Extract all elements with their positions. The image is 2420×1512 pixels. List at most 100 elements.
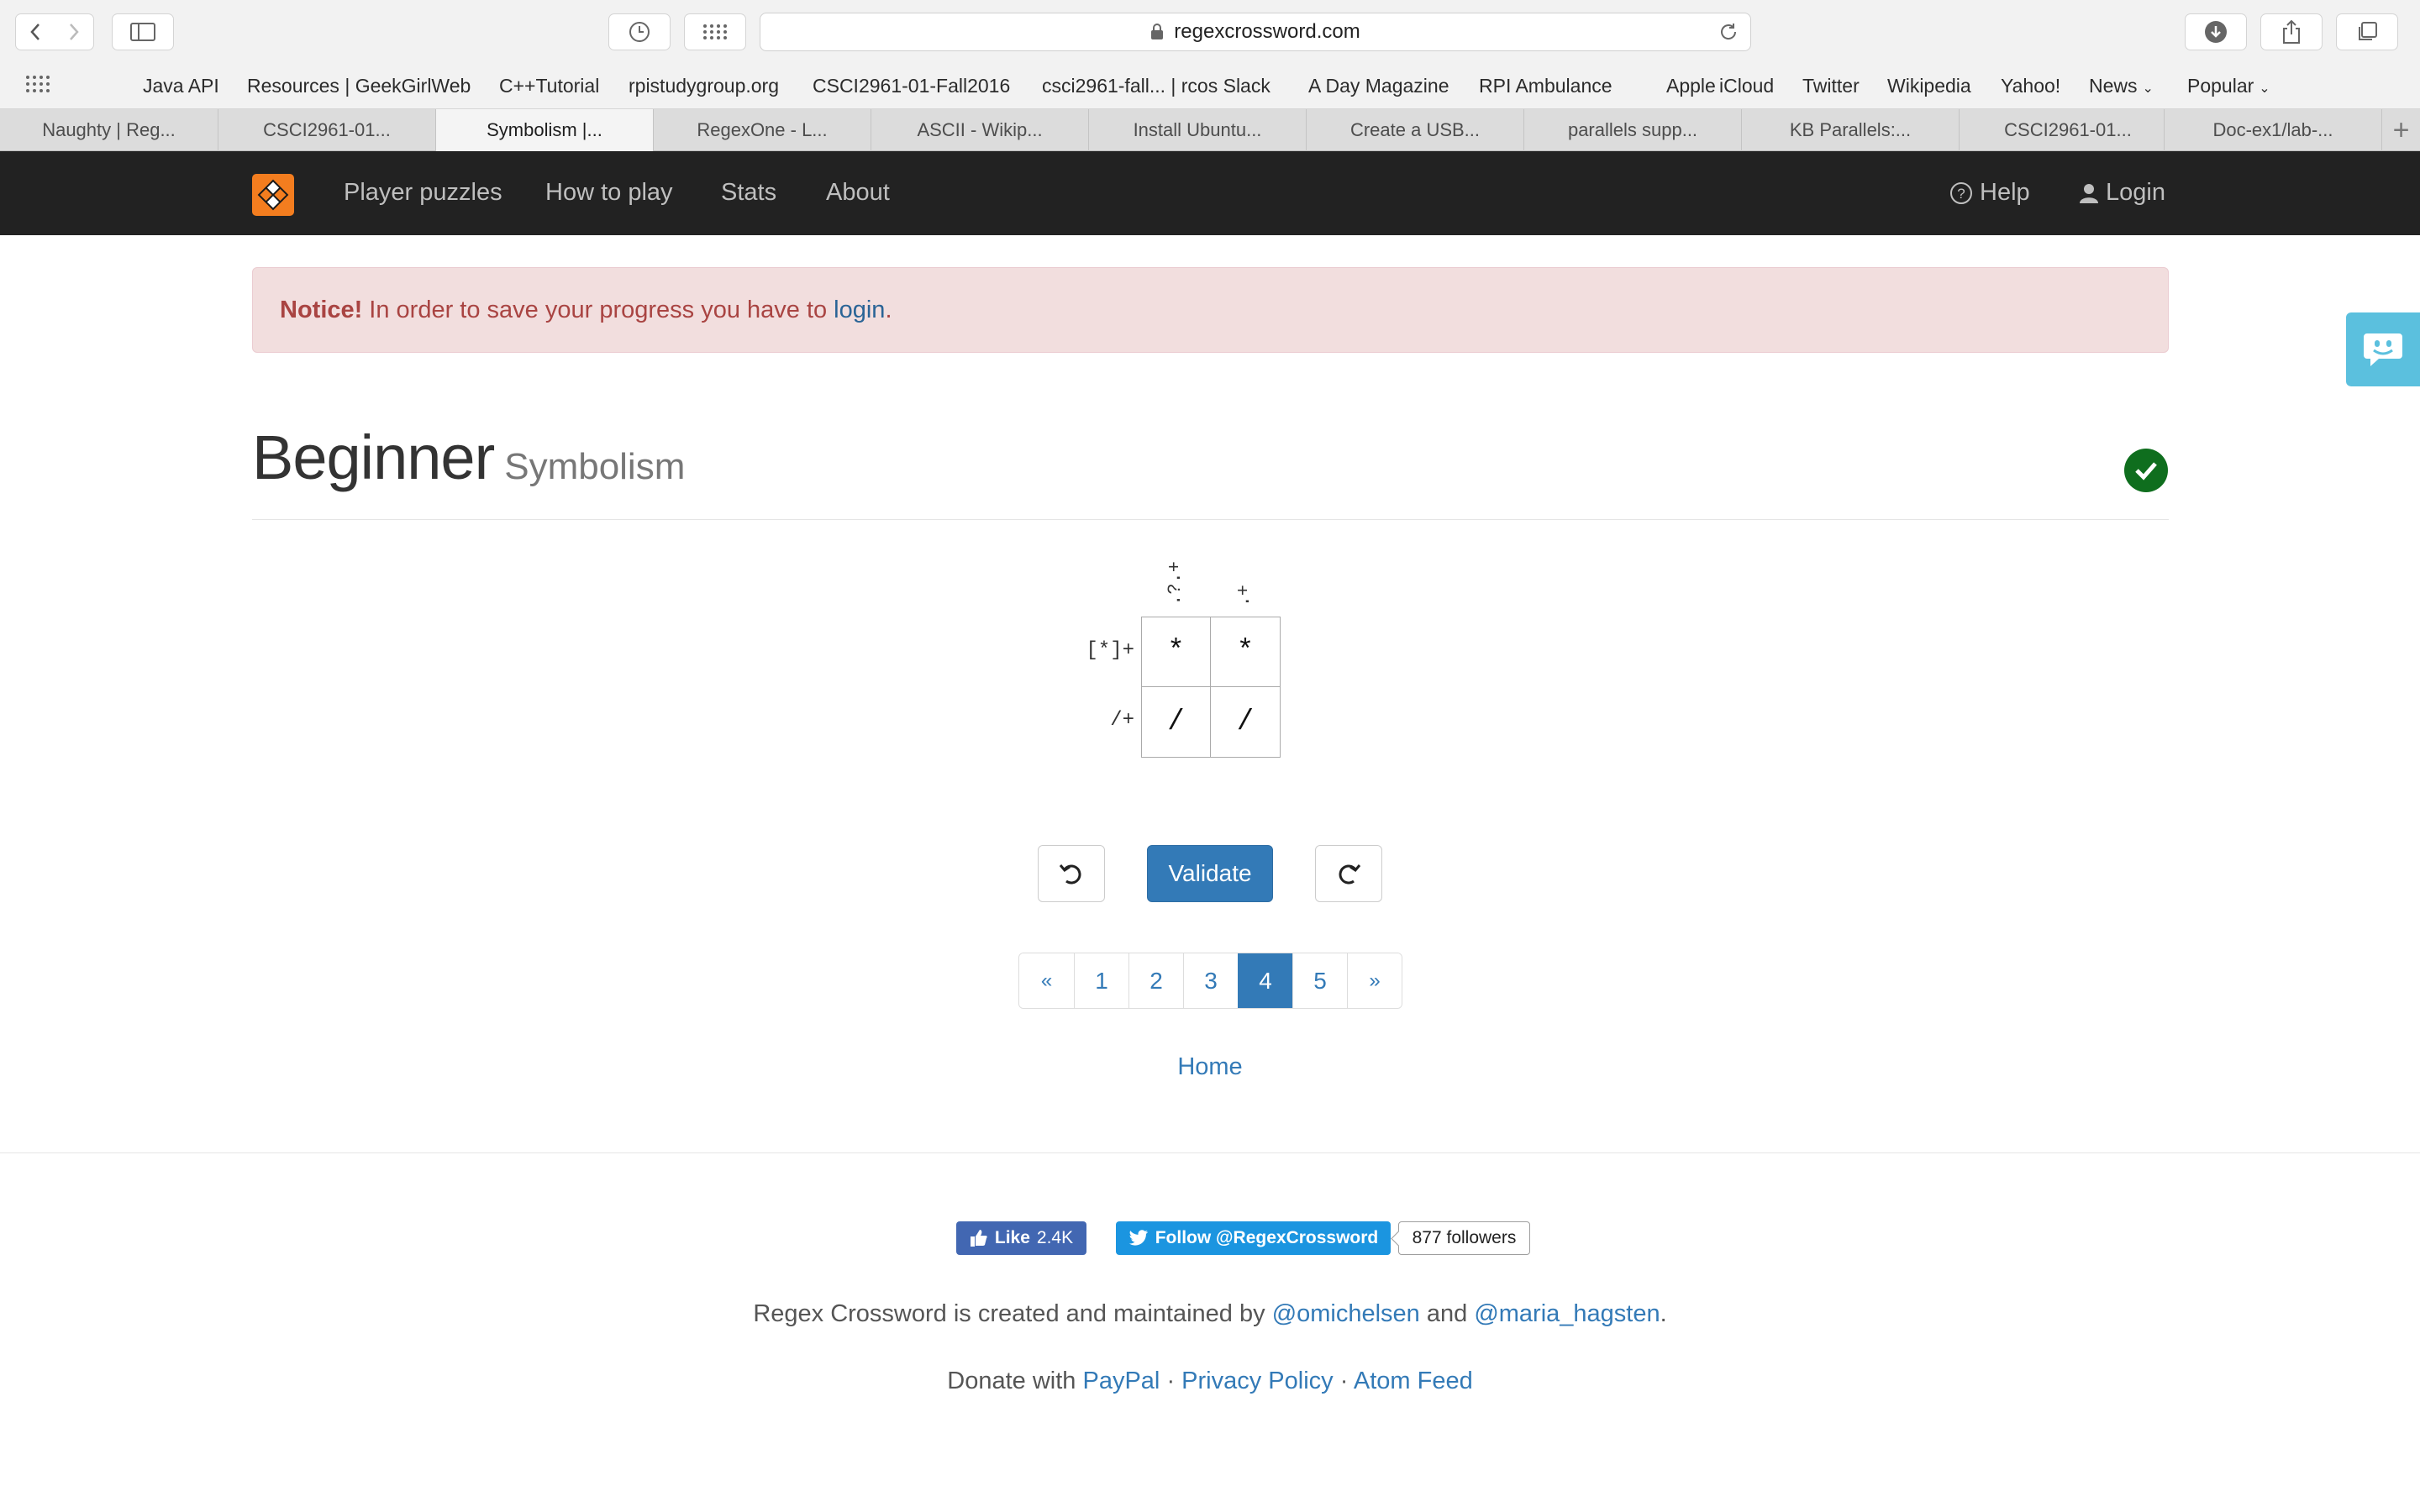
pagination-page[interactable]: 1 — [1074, 953, 1128, 1008]
bookmark-folder-popular[interactable]: Popular ⌄ — [2187, 75, 2270, 97]
tabs-icon — [2359, 22, 2377, 40]
paypal-link[interactable]: PayPal — [1082, 1368, 1160, 1394]
browser-tab-active[interactable]: Symbolism |... — [435, 109, 653, 151]
bookmark-item[interactable]: Wikipedia — [1887, 75, 1971, 97]
feedback-widget[interactable] — [2346, 312, 2420, 386]
bookmark-item[interactable]: RPI Ambulance — [1479, 75, 1612, 97]
sidebar-icon — [130, 23, 155, 41]
row-clue: [*]+ — [1086, 639, 1134, 662]
share-icon — [2283, 19, 2300, 44]
twitter-follower-count[interactable]: 877 followers — [1398, 1221, 1530, 1255]
login-notice-alert: Notice! In order to save your progress y… — [252, 267, 2169, 353]
forward-icon[interactable] — [68, 22, 80, 42]
nav-about[interactable]: About — [826, 179, 890, 207]
bookmark-item[interactable]: rpistudygroup.org — [629, 75, 779, 97]
clock-icon — [629, 22, 650, 42]
browser-tab[interactable]: RegexOne - L... — [653, 109, 871, 151]
twitter-follow-label: Follow @RegexCrossword — [1155, 1228, 1379, 1247]
crossword-cell[interactable]: / — [1142, 687, 1211, 757]
lock-icon — [1150, 24, 1164, 40]
column-clue: .+ — [1234, 585, 1255, 607]
pagination-page[interactable]: 3 — [1183, 953, 1238, 1008]
pagination-prev[interactable]: « — [1019, 953, 1074, 1008]
url-text: regexcrossword.com — [1174, 20, 1360, 43]
download-icon — [2205, 21, 2227, 43]
browser-tab[interactable]: KB Parallels:... — [1741, 109, 1959, 151]
puzzle-level: Beginner — [252, 423, 495, 492]
bookmarks-bar: Java API Resources | GeekGirlWeb C++Tuto… — [0, 64, 2420, 109]
tabs-overview-button[interactable] — [2336, 13, 2398, 50]
bookmark-item[interactable]: Java API — [143, 75, 219, 97]
pagination-page[interactable]: 5 — [1292, 953, 1347, 1008]
credits-period: . — [1660, 1300, 1667, 1327]
twitter-follow-button[interactable]: Follow @RegexCrossword — [1116, 1221, 1391, 1255]
top-sites-button[interactable] — [684, 13, 746, 50]
history-button[interactable] — [608, 13, 671, 50]
bookmark-item[interactable]: A Day Magazine — [1308, 75, 1449, 97]
user-icon — [2080, 183, 2098, 203]
share-button[interactable] — [2260, 13, 2323, 50]
home-link[interactable]: Home — [0, 1053, 2420, 1081]
browser-tab[interactable]: CSCI2961-01... — [218, 109, 435, 151]
chevron-down-icon: ⌄ — [2142, 81, 2154, 96]
site-logo[interactable] — [252, 174, 294, 216]
bookmark-item[interactable]: Resources | GeekGirlWeb — [247, 75, 471, 97]
browser-tab[interactable]: Naughty | Reg... — [0, 109, 218, 151]
sidebar-button[interactable] — [112, 13, 174, 50]
browser-tab[interactable]: Install Ubuntu... — [1088, 109, 1306, 151]
bookmark-item[interactable]: csci2961-fall... | rcos Slack — [1042, 75, 1270, 97]
browser-tab[interactable]: Create a USB... — [1306, 109, 1523, 151]
new-tab-button[interactable]: + — [2381, 109, 2420, 151]
thumbs-up-icon — [970, 1230, 987, 1247]
browser-tab[interactable]: CSCI2961-01... — [1959, 109, 2176, 151]
pagination-next[interactable]: » — [1347, 953, 1402, 1008]
column-clue: .?.+ — [1165, 561, 1186, 606]
crossword-cell[interactable]: / — [1211, 687, 1280, 757]
plus-icon: + — [2392, 113, 2410, 146]
row-clue: /+ — [1110, 709, 1134, 732]
footer-links: Donate with PayPal · Privacy Policy · At… — [0, 1368, 2420, 1395]
nav-how-to-play[interactable]: How to play — [545, 179, 673, 207]
nav-login[interactable]: Login — [2079, 179, 2165, 207]
bookmark-item[interactable]: CSCI2961-01-Fall2016 — [813, 75, 1010, 97]
alert-text: In order to save your progress you have … — [369, 296, 828, 323]
site-navbar: Player puzzles How to play Stats About ?… — [0, 151, 2420, 235]
bookmark-item[interactable]: iCloud — [1719, 75, 1774, 97]
browser-tab[interactable]: ASCII - Wikip... — [871, 109, 1088, 151]
bookmark-item[interactable]: Twitter — [1802, 75, 1860, 97]
nav-login-label: Login — [2106, 179, 2165, 206]
facebook-like-button[interactable]: Like 2.4K — [956, 1221, 1086, 1255]
privacy-policy-link[interactable]: Privacy Policy — [1181, 1368, 1334, 1394]
atom-feed-link[interactable]: Atom Feed — [1354, 1368, 1473, 1394]
nav-stats[interactable]: Stats — [721, 179, 776, 207]
crossword-cell[interactable]: * — [1211, 617, 1280, 687]
bookmark-item[interactable]: Apple — [1666, 75, 1716, 97]
validate-button[interactable]: Validate — [1147, 845, 1273, 902]
bookmark-item[interactable]: Yahoo! — [2001, 75, 2060, 97]
nav-help[interactable]: ? Help — [1949, 179, 2030, 207]
crossword-cell[interactable]: * — [1142, 617, 1211, 687]
solved-check-icon — [2124, 449, 2168, 492]
redo-button[interactable] — [1315, 845, 1382, 902]
fb-like-count: 2.4K — [1036, 1228, 1074, 1247]
bookmarks-grid-icon[interactable] — [25, 74, 50, 99]
back-icon[interactable] — [29, 22, 41, 42]
browser-tab[interactable]: parallels supp... — [1523, 109, 1741, 151]
nav-player-puzzles[interactable]: Player puzzles — [344, 179, 502, 207]
pagination-page[interactable]: 2 — [1128, 953, 1183, 1008]
reload-icon[interactable] — [1718, 22, 1739, 48]
address-bar[interactable]: regexcrossword.com — [760, 13, 1751, 51]
puzzle-name: Symbolism — [504, 446, 686, 487]
svg-text:?: ? — [1957, 186, 1965, 202]
bookmark-item[interactable]: C++Tutorial — [499, 75, 599, 97]
pagination-page-active[interactable]: 4 — [1238, 953, 1292, 1008]
alert-login-link[interactable]: login — [834, 297, 885, 324]
downloads-button[interactable] — [2185, 13, 2247, 50]
title-divider — [252, 519, 2169, 520]
back-forward-buttons[interactable] — [15, 13, 94, 50]
browser-tab[interactable]: Doc-ex1/lab-... — [2164, 109, 2381, 151]
author-link-omichelsen[interactable]: @omichelsen — [1272, 1300, 1420, 1327]
author-link-maria-hagsten[interactable]: @maria_hagsten — [1474, 1300, 1660, 1327]
undo-button[interactable] — [1038, 845, 1105, 902]
bookmark-folder-news[interactable]: News ⌄ — [2089, 75, 2154, 97]
